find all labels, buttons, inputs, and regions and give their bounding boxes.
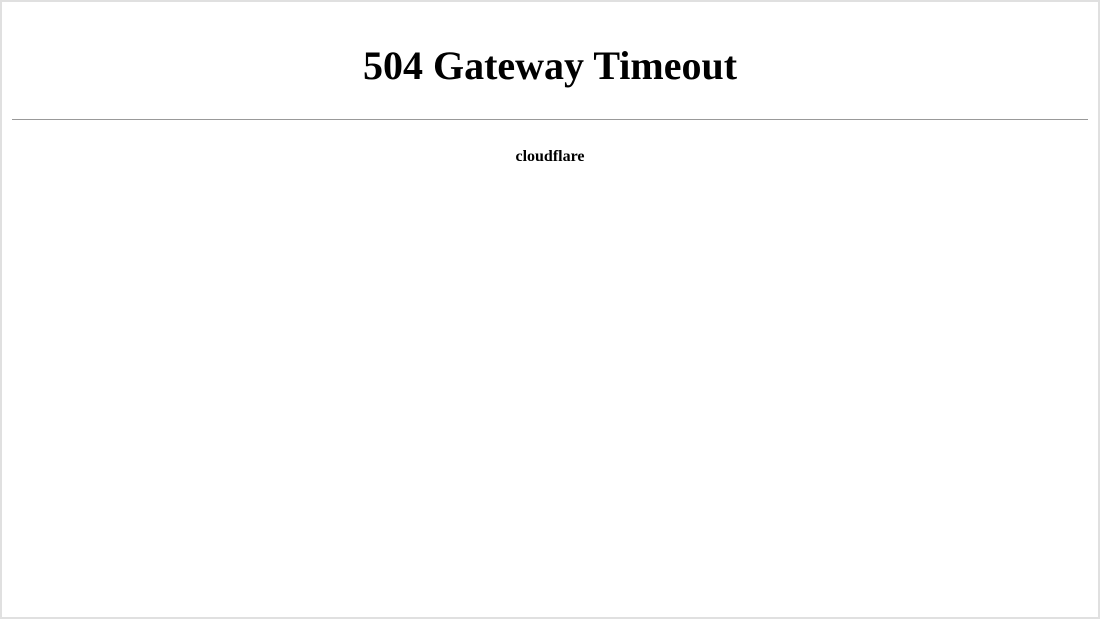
error-title: 504 Gateway Timeout [2, 42, 1098, 89]
error-page: 504 Gateway Timeout cloudflare [2, 2, 1098, 166]
divider [12, 119, 1088, 120]
provider-label: cloudflare [2, 148, 1098, 166]
